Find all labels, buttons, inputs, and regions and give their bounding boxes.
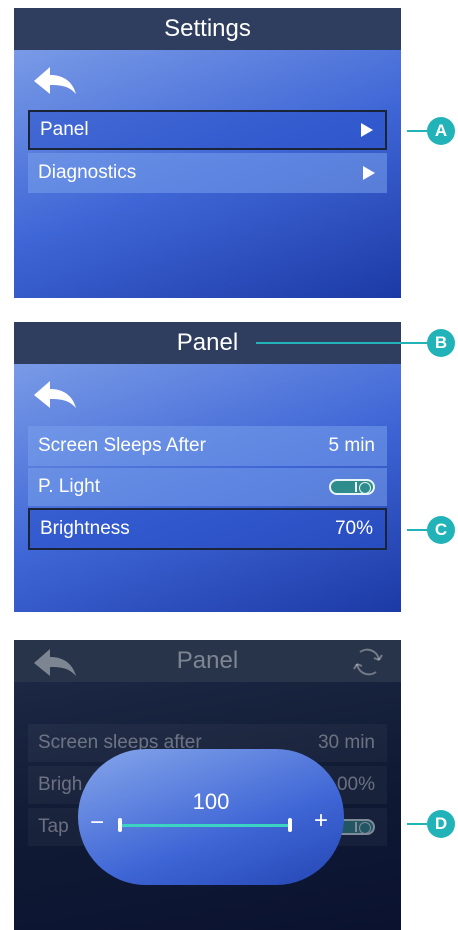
brightness-popup: 100 − + bbox=[78, 749, 344, 885]
slider-handle[interactable] bbox=[288, 818, 292, 832]
screen-title: Panel bbox=[176, 647, 239, 674]
callout-b: B bbox=[427, 329, 455, 357]
back-arrow-icon[interactable] bbox=[32, 64, 78, 98]
back-arrow-icon[interactable] bbox=[32, 646, 78, 680]
callout-a: A bbox=[427, 117, 455, 145]
setting-row-p-light[interactable]: P. Light bbox=[28, 468, 387, 506]
decrease-button[interactable]: − bbox=[90, 809, 104, 837]
callout-line-a bbox=[407, 130, 427, 132]
toggle-switch[interactable] bbox=[329, 479, 375, 495]
menu-item-label: Diagnostics bbox=[38, 162, 137, 183]
titlebar: Settings bbox=[14, 8, 401, 50]
brightness-value: 100 bbox=[192, 789, 230, 814]
panel-brightness-screen: Panel Screen sleeps after 30 min Brigh 0… bbox=[14, 640, 401, 930]
setting-row-brightness[interactable]: Brightness 70% bbox=[28, 508, 387, 550]
screen-title: Settings bbox=[164, 15, 251, 42]
play-triangle-icon bbox=[363, 166, 375, 180]
slider-start-tick bbox=[118, 818, 122, 832]
menu-item-diagnostics[interactable]: Diagnostics bbox=[28, 153, 387, 193]
setting-label: Brightness bbox=[40, 518, 130, 539]
setting-label: Tap bbox=[38, 816, 69, 837]
menu-item-panel[interactable]: Panel bbox=[28, 110, 387, 150]
callout-line-b bbox=[256, 342, 428, 344]
callout-line-c bbox=[407, 529, 427, 531]
screen-title: Panel bbox=[176, 329, 239, 356]
panel-screen: Panel Screen Sleeps After 5 min P. Light… bbox=[14, 322, 401, 612]
refresh-icon[interactable] bbox=[351, 646, 385, 678]
setting-label: Brigh bbox=[38, 774, 83, 795]
setting-value: 70% bbox=[334, 518, 373, 539]
callout-line-d bbox=[407, 823, 427, 825]
brightness-slider-track[interactable] bbox=[120, 824, 292, 827]
increase-button[interactable]: + bbox=[314, 807, 328, 835]
setting-label: Screen Sleeps After bbox=[38, 435, 206, 456]
back-arrow-icon[interactable] bbox=[32, 378, 78, 412]
setting-row-screen-sleeps[interactable]: Screen Sleeps After 5 min bbox=[28, 426, 387, 466]
setting-value: 5 min bbox=[328, 435, 375, 456]
callout-c: C bbox=[427, 516, 455, 544]
callout-d: D bbox=[427, 810, 455, 838]
setting-label: P. Light bbox=[38, 476, 100, 497]
menu-item-label: Panel bbox=[40, 119, 89, 140]
setting-value: 30 min bbox=[317, 732, 375, 753]
settings-screen: Settings Panel Diagnostics bbox=[14, 8, 401, 298]
play-triangle-icon bbox=[361, 123, 373, 137]
